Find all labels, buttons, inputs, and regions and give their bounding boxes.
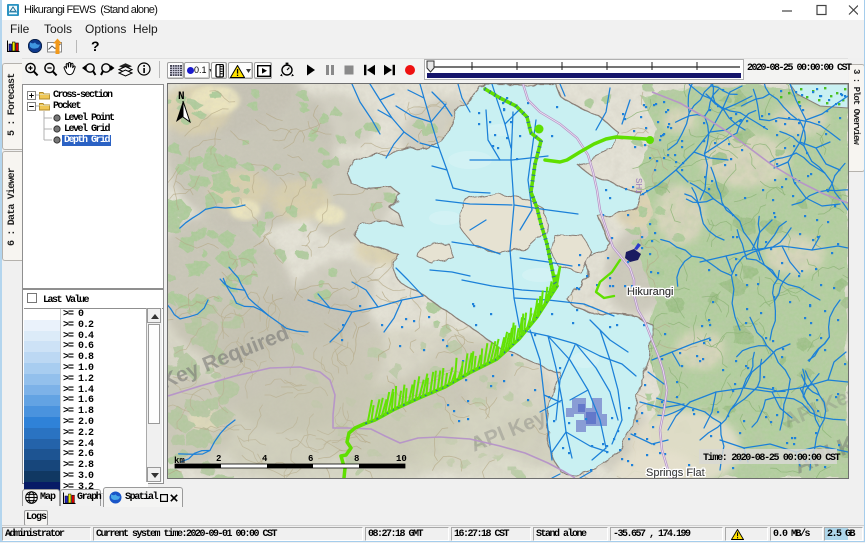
svg-text:6: 6 bbox=[308, 454, 313, 464]
svg-text:N: N bbox=[178, 91, 185, 103]
svg-text:Hikurangi: Hikurangi bbox=[627, 286, 673, 298]
svg-text:SH1: SH1 bbox=[634, 178, 643, 194]
svg-text:10: 10 bbox=[396, 454, 407, 464]
svg-text:4: 4 bbox=[262, 454, 268, 464]
svg-text:Springs Flat: Springs Flat bbox=[646, 467, 705, 479]
svg-text:8: 8 bbox=[354, 454, 359, 464]
svg-text:2: 2 bbox=[216, 454, 221, 464]
svg-text:Time: 2020-08-25 00:00:00 CST: Time: 2020-08-25 00:00:00 CST bbox=[703, 452, 841, 464]
